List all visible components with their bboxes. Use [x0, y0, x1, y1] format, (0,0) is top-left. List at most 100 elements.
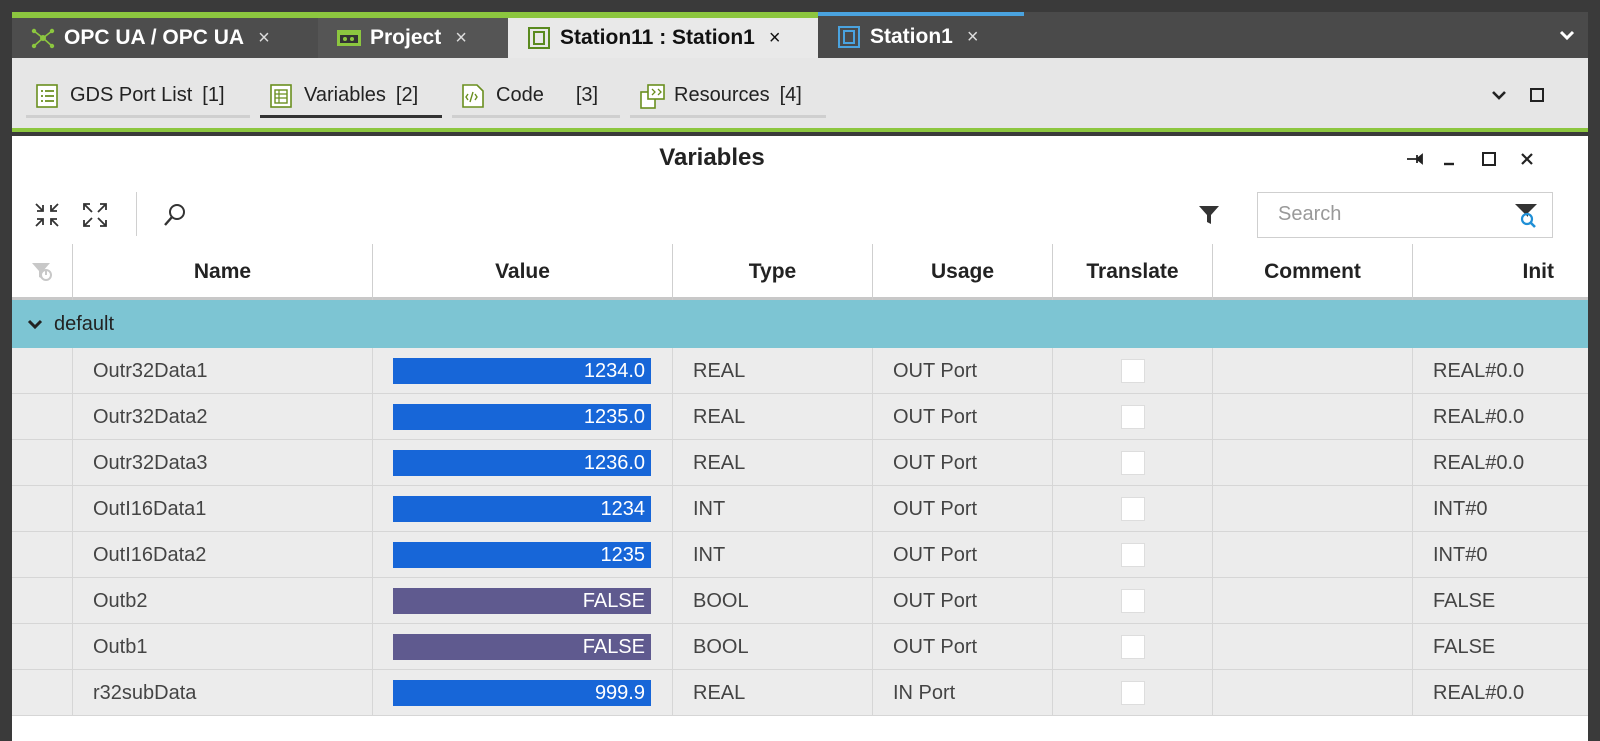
close-icon[interactable]: ×	[967, 26, 979, 49]
cell-value[interactable]: 1235	[372, 532, 672, 578]
translate-checkbox[interactable]	[1120, 589, 1145, 613]
cell-usage[interactable]: OUT Port	[872, 486, 1052, 532]
translate-checkbox[interactable]	[1120, 543, 1145, 567]
cell-comment[interactable]	[1212, 670, 1412, 716]
cell-value[interactable]: 1236.0	[372, 440, 672, 486]
translate-checkbox[interactable]	[1120, 635, 1145, 659]
collapse-all-icon[interactable]	[30, 198, 64, 232]
search-icon[interactable]	[158, 198, 192, 232]
chevron-down-icon[interactable]	[24, 313, 46, 335]
table-row[interactable]: r32subData 999.9 REAL IN Port REAL#0.0	[12, 670, 1588, 716]
cell-comment[interactable]	[1212, 440, 1412, 486]
cell-usage[interactable]: OUT Port	[872, 532, 1052, 578]
value-display[interactable]: 1234	[393, 496, 651, 522]
close-icon[interactable]: ×	[769, 27, 781, 50]
chevron-down-icon[interactable]	[1488, 84, 1510, 106]
subtab-variables[interactable]: Variables [2]	[260, 76, 442, 118]
cell-comment[interactable]	[1212, 578, 1412, 624]
cell-usage[interactable]: OUT Port	[872, 578, 1052, 624]
cell-comment[interactable]	[1212, 532, 1412, 578]
cell-usage[interactable]: OUT Port	[872, 624, 1052, 670]
tab-station11[interactable]: Station11 : Station1 ×	[508, 12, 818, 58]
pin-icon[interactable]	[1404, 148, 1426, 170]
column-header-init[interactable]: Init	[1412, 244, 1588, 300]
cell-type[interactable]: BOOL	[672, 624, 872, 670]
cell-name[interactable]: Outb1	[72, 624, 372, 670]
search-field[interactable]	[1257, 192, 1553, 238]
group-row-default[interactable]: default	[12, 300, 1588, 348]
cell-value[interactable]: 999.9	[372, 670, 672, 716]
cell-init[interactable]: REAL#0.0	[1412, 440, 1588, 486]
column-header-value[interactable]: Value	[372, 244, 672, 300]
cell-comment[interactable]	[1212, 348, 1412, 394]
value-display[interactable]: 1234.0	[393, 358, 651, 384]
tab-station1[interactable]: Station1 ×	[818, 12, 1024, 58]
column-header-type[interactable]: Type	[672, 244, 872, 300]
cell-value[interactable]: 1235.0	[372, 394, 672, 440]
cell-name[interactable]: Outb2	[72, 578, 372, 624]
cell-type[interactable]: INT	[672, 532, 872, 578]
table-row[interactable]: OutI16Data1 1234 INT OUT Port INT#0	[12, 486, 1588, 532]
value-display[interactable]: 1236.0	[393, 450, 651, 476]
translate-checkbox[interactable]	[1120, 405, 1145, 429]
cell-value[interactable]: FALSE	[372, 578, 672, 624]
filter-toggle-icon[interactable]	[12, 244, 72, 300]
translate-checkbox[interactable]	[1120, 681, 1145, 705]
translate-checkbox[interactable]	[1120, 451, 1145, 475]
cell-type[interactable]: REAL	[672, 670, 872, 716]
table-row[interactable]: Outb1 FALSE BOOL OUT Port FALSE	[12, 624, 1588, 670]
cell-value[interactable]: 1234.0	[372, 348, 672, 394]
close-icon[interactable]: ×	[455, 27, 467, 50]
cell-init[interactable]: REAL#0.0	[1412, 394, 1588, 440]
expand-all-icon[interactable]	[78, 198, 112, 232]
maximize-icon[interactable]	[1526, 84, 1548, 106]
cell-value[interactable]: FALSE	[372, 624, 672, 670]
value-display[interactable]: 999.9	[393, 680, 651, 706]
search-input[interactable]	[1258, 193, 1478, 235]
table-row[interactable]: Outr32Data3 1236.0 REAL OUT Port REAL#0.…	[12, 440, 1588, 486]
cell-name[interactable]: OutI16Data2	[72, 532, 372, 578]
filter-search-icon[interactable]	[1512, 201, 1540, 229]
cell-name[interactable]: OutI16Data1	[72, 486, 372, 532]
column-header-comment[interactable]: Comment	[1212, 244, 1412, 300]
cell-init[interactable]: FALSE	[1412, 624, 1588, 670]
minimize-icon[interactable]	[1438, 148, 1460, 170]
cell-usage[interactable]: OUT Port	[872, 348, 1052, 394]
value-display[interactable]: FALSE	[393, 634, 651, 660]
cell-name[interactable]: Outr32Data2	[72, 394, 372, 440]
maximize-icon[interactable]	[1478, 148, 1500, 170]
cell-name[interactable]: r32subData	[72, 670, 372, 716]
translate-checkbox[interactable]	[1120, 497, 1145, 521]
value-display[interactable]: 1235	[393, 542, 651, 568]
cell-usage[interactable]: IN Port	[872, 670, 1052, 716]
table-row[interactable]: Outb2 FALSE BOOL OUT Port FALSE	[12, 578, 1588, 624]
column-header-translate[interactable]: Translate	[1052, 244, 1212, 300]
cell-usage[interactable]: OUT Port	[872, 394, 1052, 440]
cell-comment[interactable]	[1212, 394, 1412, 440]
cell-init[interactable]: REAL#0.0	[1412, 670, 1588, 716]
chevron-down-icon[interactable]	[1554, 22, 1580, 48]
cell-init[interactable]: INT#0	[1412, 486, 1588, 532]
table-row[interactable]: OutI16Data2 1235 INT OUT Port INT#0	[12, 532, 1588, 578]
subtab-gds-port-list[interactable]: GDS Port List [1]	[26, 76, 250, 118]
cell-init[interactable]: REAL#0.0	[1412, 348, 1588, 394]
subtab-resources[interactable]: Resources [4]	[630, 76, 826, 118]
filter-icon[interactable]	[1192, 198, 1226, 232]
cell-comment[interactable]	[1212, 486, 1412, 532]
cell-value[interactable]: 1234	[372, 486, 672, 532]
close-icon[interactable]	[1516, 148, 1538, 170]
table-row[interactable]: Outr32Data2 1235.0 REAL OUT Port REAL#0.…	[12, 394, 1588, 440]
cell-init[interactable]: FALSE	[1412, 578, 1588, 624]
value-display[interactable]: FALSE	[393, 588, 651, 614]
tab-project[interactable]: Project ×	[318, 12, 508, 58]
cell-name[interactable]: Outr32Data1	[72, 348, 372, 394]
cell-type[interactable]: INT	[672, 486, 872, 532]
value-display[interactable]: 1235.0	[393, 404, 651, 430]
cell-type[interactable]: REAL	[672, 440, 872, 486]
close-icon[interactable]: ×	[258, 27, 270, 50]
cell-comment[interactable]	[1212, 624, 1412, 670]
table-row[interactable]: Outr32Data1 1234.0 REAL OUT Port REAL#0.…	[12, 348, 1588, 394]
subtab-code[interactable]: Code [3]	[452, 76, 620, 118]
column-header-name[interactable]: Name	[72, 244, 372, 300]
tab-opc-ua[interactable]: OPC UA / OPC UA ×	[12, 12, 318, 58]
